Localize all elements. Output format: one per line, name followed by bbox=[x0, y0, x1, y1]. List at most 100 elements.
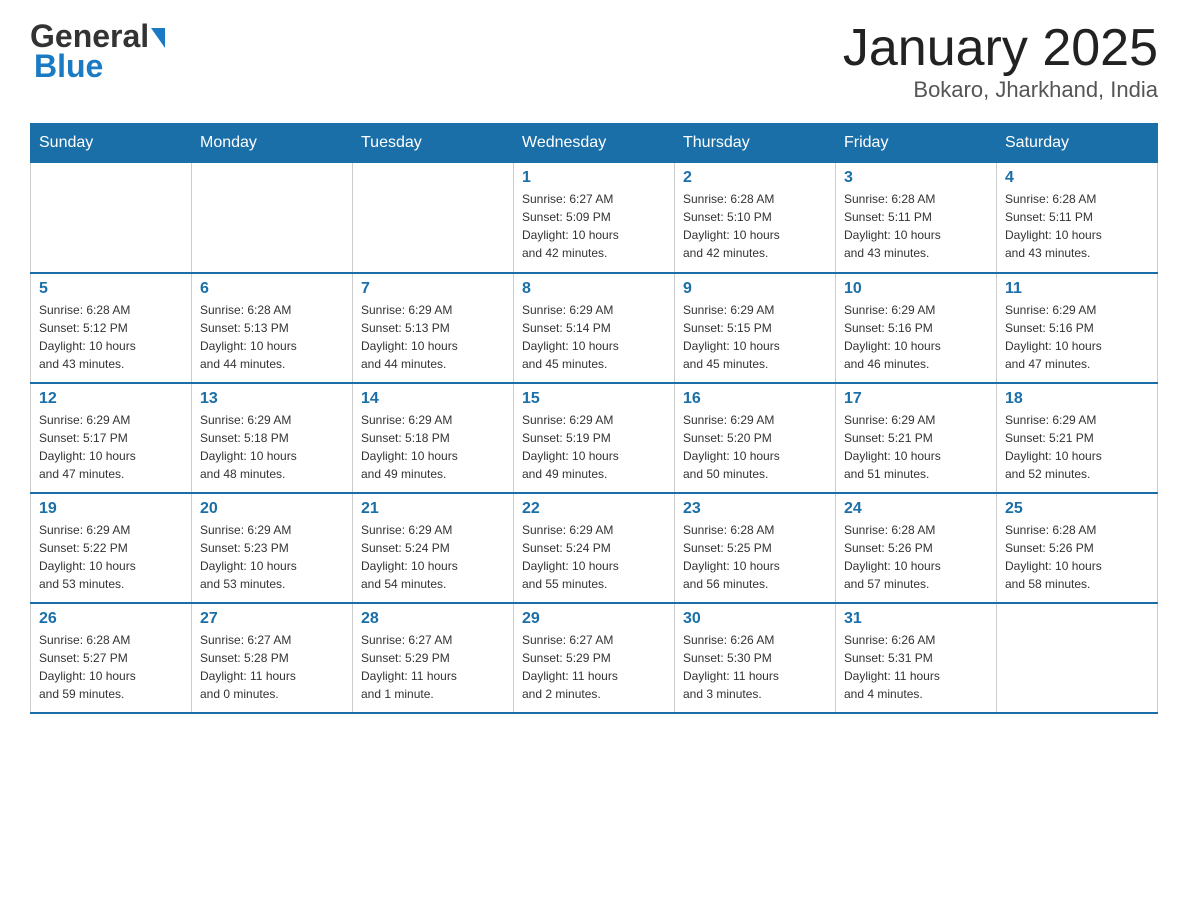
calendar-title: January 2025 bbox=[843, 20, 1158, 77]
day-number: 24 bbox=[844, 500, 988, 518]
calendar-cell bbox=[997, 603, 1158, 713]
logo-blue: Blue bbox=[34, 48, 103, 84]
calendar-cell: 16 Sunrise: 6:29 AM Sunset: 5:20 PM Dayli… bbox=[675, 383, 836, 493]
calendar-week-1: 1 Sunrise: 6:27 AM Sunset: 5:09 PM Daylig… bbox=[31, 163, 1158, 273]
calendar-cell: 4Sunrise: 6:28 AM Sunset: 5:11 PM Daylig… bbox=[997, 163, 1158, 273]
calendar-week-3: 12 Sunrise: 6:29 AM Sunset: 5:17 PM Dayli… bbox=[31, 383, 1158, 493]
day-info: Sunrise: 6:29 AM Sunset: 5:17 PM Dayligh… bbox=[39, 413, 136, 481]
calendar-cell: 17Sunrise: 6:29 AM Sunset: 5:21 PM Dayli… bbox=[836, 383, 997, 493]
day-number: 12 bbox=[39, 390, 183, 408]
day-info: Sunrise: 6:27 AM Sunset: 5:09 PM Dayligh… bbox=[522, 192, 619, 260]
calendar-cell: 5 Sunrise: 6:28 AM Sunset: 5:12 PM Daylig… bbox=[31, 273, 192, 383]
calendar-cell: 13 Sunrise: 6:29 AM Sunset: 5:18 PM Dayli… bbox=[192, 383, 353, 493]
day-header-tuesday: Tuesday bbox=[353, 124, 514, 163]
page-header: General Blue January 2025 Bokaro, Jharkh… bbox=[30, 20, 1158, 103]
calendar-cell: 11Sunrise: 6:29 AM Sunset: 5:16 PM Dayli… bbox=[997, 273, 1158, 383]
calendar-cell: 28 Sunrise: 6:27 AM Sunset: 5:29 PM Dayli… bbox=[353, 603, 514, 713]
day-number: 16 bbox=[683, 390, 827, 408]
day-number: 2 bbox=[683, 169, 827, 187]
calendar-cell: 12 Sunrise: 6:29 AM Sunset: 5:17 PM Dayli… bbox=[31, 383, 192, 493]
day-number: 28 bbox=[361, 610, 505, 628]
calendar-cell: 1 Sunrise: 6:27 AM Sunset: 5:09 PM Daylig… bbox=[514, 163, 675, 273]
day-info: Sunrise: 6:29 AM Sunset: 5:23 PM Dayligh… bbox=[200, 523, 297, 591]
day-header-wednesday: Wednesday bbox=[514, 124, 675, 163]
day-header-monday: Monday bbox=[192, 124, 353, 163]
day-info: Sunrise: 6:28 AM Sunset: 5:13 PM Dayligh… bbox=[200, 303, 297, 371]
day-info: Sunrise: 6:28 AM Sunset: 5:11 PM Dayligh… bbox=[844, 192, 941, 260]
day-info: Sunrise: 6:29 AM Sunset: 5:21 PM Dayligh… bbox=[1005, 413, 1102, 481]
day-header-sunday: Sunday bbox=[31, 124, 192, 163]
calendar-cell: 29 Sunrise: 6:27 AM Sunset: 5:29 PM Dayli… bbox=[514, 603, 675, 713]
day-info: Sunrise: 6:29 AM Sunset: 5:18 PM Dayligh… bbox=[200, 413, 297, 481]
calendar-cell: 30Sunrise: 6:26 AM Sunset: 5:30 PM Dayli… bbox=[675, 603, 836, 713]
day-info: Sunrise: 6:28 AM Sunset: 5:12 PM Dayligh… bbox=[39, 303, 136, 371]
calendar-cell bbox=[192, 163, 353, 273]
day-info: Sunrise: 6:29 AM Sunset: 5:21 PM Dayligh… bbox=[844, 413, 941, 481]
calendar-cell: 22 Sunrise: 6:29 AM Sunset: 5:24 PM Dayli… bbox=[514, 493, 675, 603]
day-number: 18 bbox=[1005, 390, 1149, 408]
calendar-cell: 3 Sunrise: 6:28 AM Sunset: 5:11 PM Daylig… bbox=[836, 163, 997, 273]
calendar-week-4: 19 Sunrise: 6:29 AM Sunset: 5:22 PM Dayli… bbox=[31, 493, 1158, 603]
calendar-cell: 6 Sunrise: 6:28 AM Sunset: 5:13 PM Daylig… bbox=[192, 273, 353, 383]
day-header-thursday: Thursday bbox=[675, 124, 836, 163]
day-header-saturday: Saturday bbox=[997, 124, 1158, 163]
calendar-cell: 14 Sunrise: 6:29 AM Sunset: 5:18 PM Dayli… bbox=[353, 383, 514, 493]
calendar-week-5: 26 Sunrise: 6:28 AM Sunset: 5:27 PM Dayli… bbox=[31, 603, 1158, 713]
day-info: Sunrise: 6:27 AM Sunset: 5:29 PM Dayligh… bbox=[361, 633, 457, 701]
day-info: Sunrise: 6:29 AM Sunset: 5:14 PM Dayligh… bbox=[522, 303, 619, 371]
day-info: Sunrise: 6:29 AM Sunset: 5:16 PM Dayligh… bbox=[844, 303, 941, 371]
calendar-header-row: SundayMondayTuesdayWednesdayThursdayFrid… bbox=[31, 124, 1158, 163]
calendar-cell: 9 Sunrise: 6:29 AM Sunset: 5:15 PM Daylig… bbox=[675, 273, 836, 383]
day-info: Sunrise: 6:29 AM Sunset: 5:19 PM Dayligh… bbox=[522, 413, 619, 481]
day-info: Sunrise: 6:29 AM Sunset: 5:15 PM Dayligh… bbox=[683, 303, 780, 371]
calendar-cell: 2 Sunrise: 6:28 AM Sunset: 5:10 PM Daylig… bbox=[675, 163, 836, 273]
calendar-cell: 26 Sunrise: 6:28 AM Sunset: 5:27 PM Dayli… bbox=[31, 603, 192, 713]
day-number: 22 bbox=[522, 500, 666, 518]
calendar-cell: 21 Sunrise: 6:29 AM Sunset: 5:24 PM Dayli… bbox=[353, 493, 514, 603]
day-info: Sunrise: 6:26 AM Sunset: 5:30 PM Dayligh… bbox=[683, 633, 779, 701]
day-number: 26 bbox=[39, 610, 183, 628]
day-number: 13 bbox=[200, 390, 344, 408]
title-section: January 2025 Bokaro, Jharkhand, India bbox=[843, 20, 1158, 103]
day-info: Sunrise: 6:28 AM Sunset: 5:26 PM Dayligh… bbox=[844, 523, 941, 591]
calendar-subtitle: Bokaro, Jharkhand, India bbox=[843, 77, 1158, 103]
day-info: Sunrise: 6:27 AM Sunset: 5:28 PM Dayligh… bbox=[200, 633, 296, 701]
day-number: 23 bbox=[683, 500, 827, 518]
day-number: 7 bbox=[361, 280, 505, 298]
day-number: 31 bbox=[844, 610, 988, 628]
day-info: Sunrise: 6:28 AM Sunset: 5:27 PM Dayligh… bbox=[39, 633, 136, 701]
day-info: Sunrise: 6:29 AM Sunset: 5:13 PM Dayligh… bbox=[361, 303, 458, 371]
day-number: 9 bbox=[683, 280, 827, 298]
calendar-cell: 15Sunrise: 6:29 AM Sunset: 5:19 PM Dayli… bbox=[514, 383, 675, 493]
day-info: Sunrise: 6:29 AM Sunset: 5:16 PM Dayligh… bbox=[1005, 303, 1102, 371]
day-number: 20 bbox=[200, 500, 344, 518]
day-number: 19 bbox=[39, 500, 183, 518]
day-number: 21 bbox=[361, 500, 505, 518]
day-number: 10 bbox=[844, 280, 988, 298]
calendar-cell: 20 Sunrise: 6:29 AM Sunset: 5:23 PM Dayli… bbox=[192, 493, 353, 603]
day-info: Sunrise: 6:29 AM Sunset: 5:24 PM Dayligh… bbox=[361, 523, 458, 591]
calendar-cell bbox=[31, 163, 192, 273]
calendar-cell: 8Sunrise: 6:29 AM Sunset: 5:14 PM Daylig… bbox=[514, 273, 675, 383]
calendar-cell bbox=[353, 163, 514, 273]
calendar-cell: 24 Sunrise: 6:28 AM Sunset: 5:26 PM Dayli… bbox=[836, 493, 997, 603]
day-number: 1 bbox=[522, 169, 666, 187]
day-number: 25 bbox=[1005, 500, 1149, 518]
day-info: Sunrise: 6:27 AM Sunset: 5:29 PM Dayligh… bbox=[522, 633, 618, 701]
day-header-friday: Friday bbox=[836, 124, 997, 163]
day-info: Sunrise: 6:29 AM Sunset: 5:22 PM Dayligh… bbox=[39, 523, 136, 591]
day-info: Sunrise: 6:29 AM Sunset: 5:24 PM Dayligh… bbox=[522, 523, 619, 591]
day-info: Sunrise: 6:28 AM Sunset: 5:25 PM Dayligh… bbox=[683, 523, 780, 591]
day-info: Sunrise: 6:28 AM Sunset: 5:26 PM Dayligh… bbox=[1005, 523, 1102, 591]
day-number: 5 bbox=[39, 280, 183, 298]
day-number: 27 bbox=[200, 610, 344, 628]
day-info: Sunrise: 6:29 AM Sunset: 5:18 PM Dayligh… bbox=[361, 413, 458, 481]
calendar-cell: 18 Sunrise: 6:29 AM Sunset: 5:21 PM Dayli… bbox=[997, 383, 1158, 493]
day-number: 3 bbox=[844, 169, 988, 187]
day-info: Sunrise: 6:28 AM Sunset: 5:10 PM Dayligh… bbox=[683, 192, 780, 260]
day-number: 6 bbox=[200, 280, 344, 298]
day-info: Sunrise: 6:29 AM Sunset: 5:20 PM Dayligh… bbox=[683, 413, 780, 481]
day-number: 14 bbox=[361, 390, 505, 408]
calendar-cell: 27 Sunrise: 6:27 AM Sunset: 5:28 PM Dayli… bbox=[192, 603, 353, 713]
day-number: 29 bbox=[522, 610, 666, 628]
